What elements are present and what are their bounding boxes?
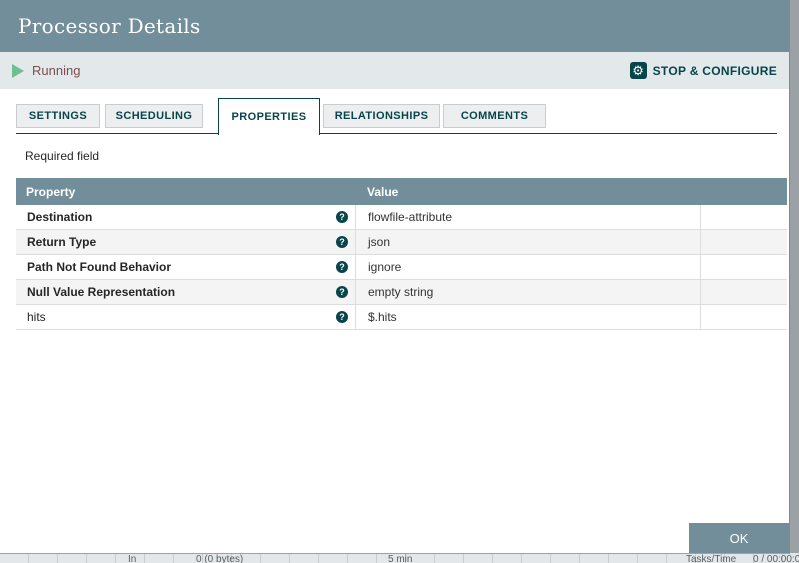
tab-scheduling[interactable]: SCHEDULING xyxy=(105,104,203,128)
help-icon[interactable]: ? xyxy=(336,236,348,248)
ok-button[interactable]: OK xyxy=(689,523,789,553)
help-icon[interactable]: ? xyxy=(336,261,348,273)
help-icon[interactable]: ? xyxy=(336,286,348,298)
extra-cell xyxy=(700,205,787,229)
tab-bar: SETTINGS SCHEDULING PROPERTIES RELATIONS… xyxy=(16,98,546,135)
tab-settings[interactable]: SETTINGS xyxy=(16,104,100,128)
property-cell: hits ? xyxy=(16,305,355,329)
value-cell: empty string xyxy=(355,280,700,304)
stop-and-configure-label: STOP & CONFIGURE xyxy=(652,63,777,78)
run-status-icon xyxy=(12,63,24,78)
tab-relationships[interactable]: RELATIONSHIPS xyxy=(323,104,440,128)
bg-stat-in-value: 0 (0 bytes) xyxy=(196,554,244,563)
table-row: Return Type ? json xyxy=(16,230,787,255)
value-cell: ignore xyxy=(355,255,700,279)
property-cell: Destination ? xyxy=(16,205,355,229)
bg-tasks-value: 0 / 00:00:0 xyxy=(753,554,799,563)
status-indicator: Running xyxy=(12,63,80,78)
tab-comments[interactable]: COMMENTS xyxy=(443,104,546,128)
status-bar: Running ⚙ STOP & CONFIGURE xyxy=(0,52,789,89)
extra-cell xyxy=(700,255,787,279)
required-field-note: Required field xyxy=(25,149,100,163)
extra-cell xyxy=(700,280,787,304)
value-cell: json xyxy=(355,230,700,254)
property-name: hits xyxy=(27,310,46,324)
stop-and-configure-button[interactable]: ⚙ STOP & CONFIGURE xyxy=(629,62,777,79)
property-name: Return Type xyxy=(27,235,97,249)
help-icon[interactable]: ? xyxy=(336,311,348,323)
table-row: Destination ? flowfile-attribute xyxy=(16,205,787,230)
processor-details-dialog: Processor Details Running ⚙ STOP & CONFI… xyxy=(0,0,790,554)
dialog-title: Processor Details xyxy=(18,14,201,38)
extra-cell xyxy=(700,230,787,254)
property-cell: Path Not Found Behavior ? xyxy=(16,255,355,279)
bg-stat-in-label: In xyxy=(128,554,137,563)
column-header-property: Property xyxy=(26,184,76,199)
properties-table-header: Property Value xyxy=(16,178,787,205)
properties-table: Property Value Destination ? flowfile-at… xyxy=(16,178,787,330)
property-cell: Null Value Representation ? xyxy=(16,280,355,304)
dialog-header: Processor Details xyxy=(0,0,789,52)
bg-tasks-label: Tasks/Time xyxy=(686,554,737,563)
value-cell: $.hits xyxy=(355,305,700,329)
bg-stat-window: 5 min xyxy=(388,554,413,563)
tab-properties[interactable]: PROPERTIES xyxy=(218,98,320,135)
property-cell: Return Type ? xyxy=(16,230,355,254)
property-name: Path Not Found Behavior xyxy=(27,260,171,274)
table-row: hits ? $.hits xyxy=(16,305,787,330)
run-status-label: Running xyxy=(32,63,81,78)
background-canvas-strip: In 0 (0 bytes) 5 min Tasks/Time 0 / 00:0… xyxy=(0,553,799,563)
table-row: Path Not Found Behavior ? ignore xyxy=(16,255,787,280)
property-name: Null Value Representation xyxy=(27,285,176,299)
gear-icon: ⚙ xyxy=(629,62,647,79)
extra-cell xyxy=(700,305,787,329)
value-cell: flowfile-attribute xyxy=(355,205,700,229)
table-row: Null Value Representation ? empty string xyxy=(16,280,787,305)
column-header-value: Value xyxy=(367,184,399,199)
property-name: Destination xyxy=(27,210,93,224)
help-icon[interactable]: ? xyxy=(336,211,348,223)
screen: In 0 (0 bytes) 5 min Tasks/Time 0 / 00:0… xyxy=(0,0,799,563)
